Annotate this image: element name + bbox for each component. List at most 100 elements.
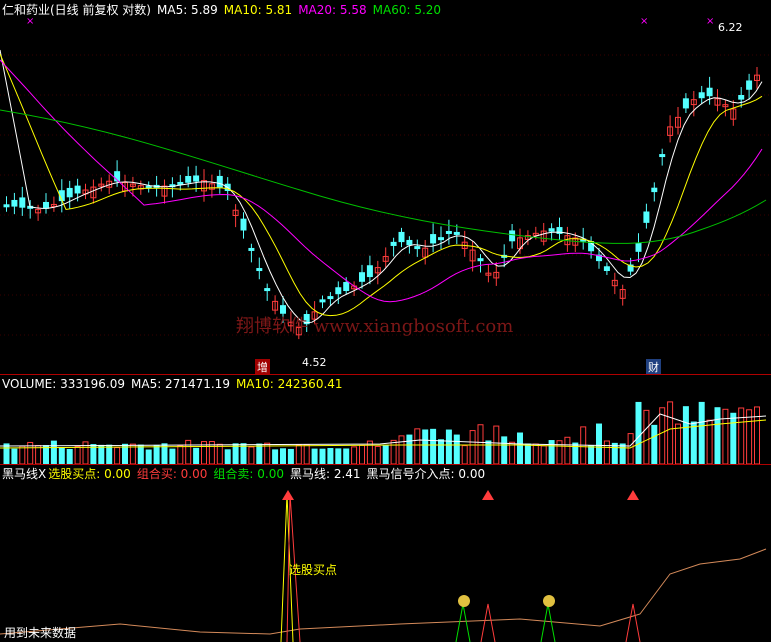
event-tag-left[interactable]: 增 (255, 359, 270, 374)
volume-bar (295, 444, 302, 464)
volume-bar (422, 429, 429, 464)
candle-body (406, 239, 413, 246)
black-horse-label: 黑马线: 2.41 (289, 467, 361, 481)
volume-bar (517, 432, 523, 464)
volume-bar (714, 407, 721, 464)
volume-panel[interactable]: VOLUME: 333196.09 MA5: 271471.19 MA10: 242… (0, 374, 771, 464)
candle-body (509, 230, 516, 242)
volume-bar (627, 433, 634, 464)
candle-body (746, 80, 753, 90)
candle-body (453, 231, 460, 235)
volume-bar (35, 445, 42, 464)
volume-bar (730, 412, 737, 464)
volume-bar (659, 407, 666, 464)
volume-ma5: MA5: 271471.19 (131, 377, 230, 391)
volume-bar (635, 401, 642, 464)
indicator-panel[interactable]: 黑马线X 选股买点: 0.00 组合买: 0.00 组合卖: 0.00 黑马线: 2.4… (0, 464, 771, 642)
volume-bar (706, 419, 713, 464)
price-legend: 仁和药业(日线 前复权 对数) MA5: 5.89 MA10: 5.81 MA20: … (2, 3, 447, 17)
volume-value: VOLUME: 333196.09 (2, 377, 125, 391)
top-marker: × (706, 16, 714, 27)
signal-label: 黑马信号介入点: 0.00 (366, 467, 486, 481)
volume-bar (619, 443, 626, 464)
indicator-chart[interactable] (0, 464, 771, 642)
candle-body (359, 272, 365, 282)
volume-bar (106, 444, 113, 464)
candle-body (319, 299, 326, 303)
money-bag-icon (543, 595, 555, 607)
volume-bar (272, 449, 279, 464)
volume-bar (319, 448, 326, 464)
candle-body (240, 218, 247, 231)
volume-bar (588, 445, 595, 464)
volume-bar (754, 406, 760, 464)
candle-body (414, 246, 421, 250)
candle-body (643, 211, 650, 223)
volume-bar (169, 448, 176, 464)
candle-body (603, 266, 610, 272)
volume-bar (398, 435, 405, 464)
low-price-label: 4.52 (302, 356, 327, 369)
volume-bar (11, 448, 18, 464)
top-marker: × (640, 16, 648, 27)
volume-bar (540, 445, 547, 464)
ma20-label: MA20: 5.58 (298, 3, 367, 17)
money-bag-icon (458, 595, 470, 607)
stock-title: 仁和药业(日线 前复权 对数) (2, 3, 151, 17)
high-price-label: 6.22 (718, 21, 743, 34)
volume-bar (145, 449, 152, 464)
signal-spike (480, 603, 496, 642)
volume-bar (74, 446, 81, 464)
volume-bar (461, 445, 468, 464)
candle-body (706, 87, 713, 97)
top-marker: × (26, 16, 34, 27)
price-panel[interactable]: × × × 仁和药业(日线 前复权 对数) MA5: 5.89 MA10: 5.81 MA… (0, 0, 771, 374)
volume-bar (224, 449, 231, 464)
volume-bar (596, 423, 602, 464)
volume-bar (351, 446, 358, 464)
volume-bar (287, 448, 294, 464)
candle-body (3, 204, 10, 208)
volume-bar (722, 408, 729, 464)
volume-bar (532, 443, 539, 464)
candle-body (390, 241, 397, 246)
volume-bar (232, 443, 239, 464)
volume-bar (477, 424, 484, 464)
volume-bar (240, 443, 247, 464)
candle-body (682, 98, 689, 109)
candle-body (248, 247, 255, 251)
volume-bar (438, 439, 444, 464)
candle-body (66, 187, 73, 198)
volume-bar (327, 448, 334, 464)
volume-bar (611, 442, 618, 464)
volume-bar (414, 428, 421, 464)
event-tag-right[interactable]: 财 (646, 359, 661, 374)
volume-bar (509, 441, 516, 464)
volume-bar (216, 443, 223, 464)
candle-body (216, 175, 223, 188)
volume-bar (390, 439, 397, 464)
candle-body (430, 234, 437, 244)
volume-bar (746, 409, 753, 464)
watermark: 翔博软件 www.xiangbosoft.com (236, 316, 514, 337)
signal-spike (540, 603, 556, 642)
candle-body (327, 296, 334, 300)
candle-body (659, 154, 666, 158)
volume-bar (248, 446, 255, 464)
signal-spike (625, 603, 641, 642)
candle-body (738, 95, 745, 100)
buy-arrow-icon (482, 490, 494, 500)
volume-bar (185, 439, 192, 464)
volume-bar (50, 440, 57, 464)
volume-bar (3, 443, 10, 464)
candle-body (256, 268, 263, 272)
volume-bar (469, 430, 476, 464)
volume-ma5-line (0, 413, 767, 447)
volume-bar (58, 447, 65, 464)
volume-bar (153, 444, 160, 464)
volume-bar (690, 421, 697, 464)
pick-buy-label: 选股买点: 0.00 (48, 467, 131, 481)
candle-body (185, 175, 192, 183)
candle-body (43, 201, 49, 209)
volume-bar (137, 444, 144, 464)
